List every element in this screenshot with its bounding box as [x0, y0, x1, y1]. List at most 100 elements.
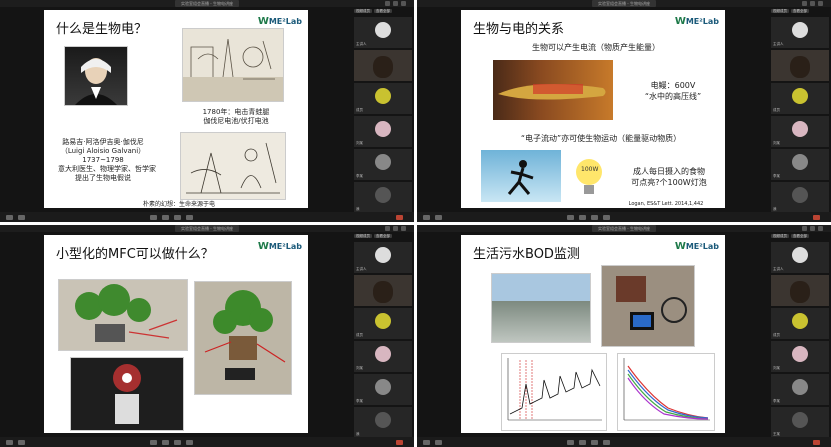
- view-all-button[interactable]: 查看全部: [374, 9, 392, 13]
- participant-tile[interactable]: 李某: [354, 374, 412, 405]
- minimize-icon[interactable]: [802, 1, 807, 6]
- electric-eel-image: [493, 60, 613, 120]
- participant-tile[interactable]: 主讲人: [354, 17, 412, 48]
- meeting-grid: 实验室组会直播 - 生物电讲座 什么是生物电？ WME²Lab 路易吉·阿洛伊吉…: [0, 0, 831, 447]
- participant-tile[interactable]: 成员: [354, 83, 412, 114]
- galvani-portrait: [64, 46, 128, 106]
- maximize-icon[interactable]: [810, 1, 815, 6]
- leave-icon[interactable]: [396, 440, 403, 445]
- participant-panel: 视频成员 查看全部 主讲人 成员 刘某 李某 我: [771, 8, 829, 213]
- shared-slide: 小型化的MFC可以做什么？ WME²Lab: [44, 235, 308, 433]
- bod-decay-chart: [617, 353, 715, 431]
- view-all-button[interactable]: 查看全部: [791, 9, 809, 13]
- window-topbar: 实验室组会直播 - 生物电讲座: [417, 0, 831, 7]
- mic-icon[interactable]: [6, 440, 13, 445]
- mic-icon[interactable]: [423, 215, 430, 220]
- participant-tile[interactable]: 我: [354, 182, 412, 213]
- participant-tile[interactable]: 刘某: [771, 116, 829, 147]
- participant-tile-video[interactable]: [771, 50, 829, 81]
- record-icon[interactable]: [603, 215, 610, 220]
- maximize-icon[interactable]: [393, 1, 398, 6]
- maximize-icon[interactable]: [393, 226, 398, 231]
- window-topbar: 实验室组会直播 - 生物电讲座: [0, 225, 414, 232]
- experiment-caption: 1780年：电击青蛙腿 伽伐尼电池/伏打电池: [202, 108, 270, 125]
- camera-icon[interactable]: [18, 215, 25, 220]
- participant-tile[interactable]: 成员: [354, 308, 412, 339]
- slide-title: 生物与电的关系: [473, 22, 565, 37]
- camera-icon[interactable]: [435, 215, 442, 220]
- meeting-controls: [417, 437, 831, 447]
- window-title: 实验室组会直播 - 生物电讲座: [592, 225, 656, 232]
- close-icon[interactable]: [818, 1, 823, 6]
- minimize-icon[interactable]: [802, 226, 807, 231]
- participant-header: 视频成员 查看全部: [354, 234, 392, 238]
- quadrant-bottom-right: 实验室组会直播 - 生物电讲座 生活污水BOD监测 WME²Lab 视频成员 查看…: [417, 225, 831, 447]
- mic-icon[interactable]: [423, 440, 430, 445]
- eel-label: 电鳗：600V “水中的高压线”: [644, 81, 702, 101]
- lab-logo: WME²Lab: [257, 16, 302, 27]
- lab-logo: WME²Lab: [674, 241, 719, 252]
- shared-slide: 什么是生物电？ WME²Lab 路易吉·阿洛伊吉奥·伽伐尼 （Luigi Alo…: [44, 10, 308, 208]
- members-icon[interactable]: [591, 440, 598, 445]
- participant-tile-video[interactable]: [771, 275, 829, 306]
- close-icon[interactable]: [401, 1, 406, 6]
- chat-icon[interactable]: [162, 440, 169, 445]
- maximize-icon[interactable]: [810, 226, 815, 231]
- close-icon[interactable]: [401, 226, 406, 231]
- record-icon[interactable]: [603, 440, 610, 445]
- close-icon[interactable]: [818, 226, 823, 231]
- quadrant-bottom-left: 实验室组会直播 - 生物电讲座 小型化的MFC可以做什么？ WME²Lab 视频…: [0, 225, 414, 447]
- mic-icon[interactable]: [6, 215, 13, 220]
- lightbulb-image: 100W: [569, 156, 609, 200]
- record-icon[interactable]: [186, 440, 193, 445]
- lab-logo: WME²Lab: [257, 241, 302, 252]
- participant-tile[interactable]: 李某: [771, 149, 829, 180]
- window-topbar: 实验室组会直播 - 生物电讲座: [417, 225, 831, 232]
- participant-tile[interactable]: 主讲人: [771, 17, 829, 48]
- chat-icon[interactable]: [579, 215, 586, 220]
- participant-tile[interactable]: 刘某: [354, 116, 412, 147]
- slide-subtitle: 生物可以产生电流（物质产生能量）: [532, 43, 660, 52]
- participant-tile-video[interactable]: [354, 275, 412, 306]
- participant-tile[interactable]: 我: [771, 182, 829, 213]
- record-icon[interactable]: [186, 215, 193, 220]
- share-icon[interactable]: [567, 215, 574, 220]
- chat-icon[interactable]: [579, 440, 586, 445]
- view-all-button[interactable]: 查看全部: [791, 234, 809, 238]
- participant-tile[interactable]: 王某: [771, 407, 829, 438]
- window-title: 实验室组会直播 - 生物电讲座: [175, 0, 239, 7]
- participant-tile[interactable]: 主讲人: [771, 242, 829, 273]
- portrait-caption: 路易吉·阿洛伊吉奥·伽伐尼 （Luigi Aloisio Galvani） 17…: [58, 138, 156, 182]
- participant-header: 视频成员 查看全部: [771, 9, 809, 13]
- members-icon[interactable]: [174, 215, 181, 220]
- meeting-controls: [0, 437, 414, 447]
- participant-tile-video[interactable]: [354, 50, 412, 81]
- leave-icon[interactable]: [396, 215, 403, 220]
- members-icon[interactable]: [591, 215, 598, 220]
- minimize-icon[interactable]: [385, 1, 390, 6]
- camera-icon[interactable]: [435, 440, 442, 445]
- participant-tile[interactable]: 主讲人: [354, 242, 412, 273]
- camera-icon[interactable]: [18, 440, 25, 445]
- view-all-button[interactable]: 查看全部: [374, 234, 392, 238]
- participant-tile[interactable]: 李某: [354, 149, 412, 180]
- participant-tile[interactable]: 李某: [771, 374, 829, 405]
- bulb-label: 100W: [581, 166, 599, 173]
- food-energy-text: 成人每日摄入的食物 可点亮?个100W灯泡: [631, 167, 707, 187]
- share-icon[interactable]: [567, 440, 574, 445]
- participant-tile[interactable]: 刘某: [354, 341, 412, 372]
- leave-icon[interactable]: [813, 440, 820, 445]
- participant-panel: 视频成员 查看全部 主讲人 成员 刘某 李某 我: [354, 233, 412, 438]
- minimize-icon[interactable]: [385, 226, 390, 231]
- participant-tile[interactable]: 成员: [771, 308, 829, 339]
- members-icon[interactable]: [174, 440, 181, 445]
- leave-icon[interactable]: [813, 215, 820, 220]
- participant-tile[interactable]: 我: [354, 407, 412, 438]
- share-icon[interactable]: [150, 215, 157, 220]
- bod-current-chart: [501, 353, 607, 431]
- plant-mfc-photo: [58, 279, 188, 351]
- participant-tile[interactable]: 成员: [771, 83, 829, 114]
- participant-tile[interactable]: 刘某: [771, 341, 829, 372]
- share-icon[interactable]: [150, 440, 157, 445]
- chat-icon[interactable]: [162, 215, 169, 220]
